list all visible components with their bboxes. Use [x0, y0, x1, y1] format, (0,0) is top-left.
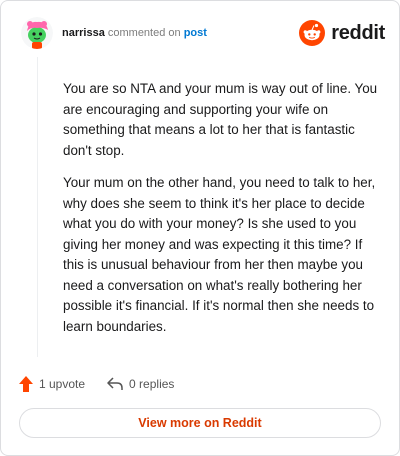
post-link[interactable]: post	[184, 27, 207, 39]
upvote-count: 1 upvote	[39, 377, 86, 391]
upvote-button[interactable]: 1 upvote	[19, 376, 85, 392]
view-more-button[interactable]: View more on Reddit	[19, 408, 381, 438]
comment-header: narrissa commented on post reddit	[19, 15, 385, 51]
embed-card: narrissa commented on post reddit You ar…	[0, 0, 400, 456]
reddit-logo[interactable]: reddit	[299, 19, 385, 47]
comment-paragraph-1: You are so NTA and your mum is way out o…	[63, 81, 378, 158]
comment-body: You are so NTA and your mum is way out o…	[63, 79, 381, 349]
reddit-wordmark: reddit	[331, 21, 385, 44]
reddit-alien-icon	[299, 20, 326, 46]
upvote-arrow-icon	[19, 376, 33, 392]
replies-button[interactable]: 0 replies	[107, 377, 174, 391]
reply-arrow-icon	[107, 377, 123, 390]
username-link[interactable]: narrissa	[62, 27, 105, 39]
comment-paragraph-2: Your mum on the other hand, you need to …	[63, 175, 376, 334]
thread-line	[37, 57, 38, 357]
comment-actions: 1 upvote 0 replies	[19, 375, 196, 393]
replies-count: 0 replies	[129, 377, 175, 391]
comment-meta: narrissa commented on post	[62, 26, 207, 40]
user-avatar-icon[interactable]	[21, 17, 53, 49]
action-text: commented on	[107, 27, 181, 39]
